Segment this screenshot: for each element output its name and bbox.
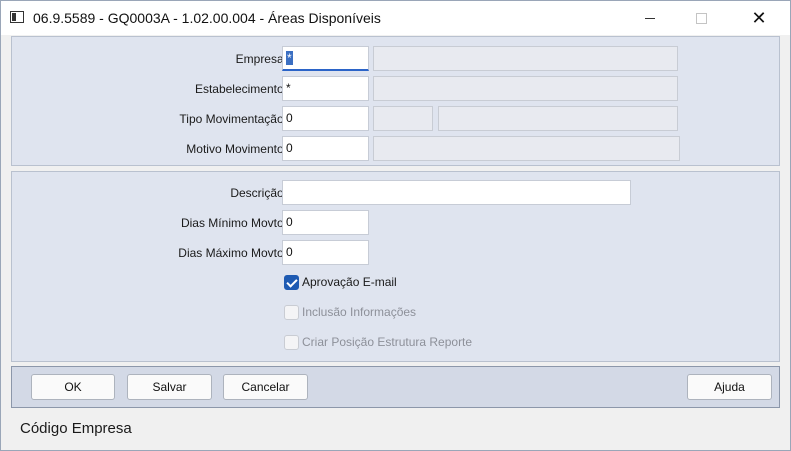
status-text: Código Empresa: [20, 420, 132, 437]
ok-button[interactable]: OK: [31, 374, 115, 400]
aprovacao-email-checkbox[interactable]: [284, 275, 299, 290]
estabelecimento-input[interactable]: *: [282, 76, 369, 101]
tipo-movimentacao-value: 0: [286, 111, 293, 125]
dias-minimo-input[interactable]: 0: [282, 210, 369, 235]
inclusao-informacoes-label: Inclusão Informações: [302, 305, 417, 319]
window-title: 06.9.5589 - GQ0003A - 1.02.00.004 - Área…: [33, 10, 381, 26]
descricao-input[interactable]: [282, 180, 631, 205]
maximize-button: [678, 1, 724, 35]
dias-minimo-label: Dias Mínimo Movto:: [180, 216, 287, 230]
aprovacao-email-label[interactable]: Aprovação E-mail: [302, 275, 397, 289]
empresa-label: Empresa:: [235, 52, 287, 66]
empresa-description-field: [373, 46, 678, 71]
tipo-movimentacao-description-field: [438, 106, 678, 131]
ajuda-button[interactable]: Ajuda: [687, 374, 772, 400]
tipo-movimentacao-label: Tipo Movimentação:: [179, 112, 287, 126]
maximize-icon: [695, 12, 707, 24]
dias-maximo-value: 0: [286, 245, 293, 259]
descricao-label: Descrição:: [230, 186, 287, 200]
estabelecimento-description-field: [373, 76, 678, 101]
app-window-icon: [10, 11, 24, 23]
motivo-movimento-input[interactable]: 0: [282, 136, 369, 161]
tipo-movimentacao-code-field: [373, 106, 433, 131]
empresa-input[interactable]: *: [282, 46, 369, 71]
dias-maximo-label: Dias Máximo Movto:: [178, 246, 287, 260]
empresa-value: *: [286, 51, 293, 65]
status-bar: Código Empresa: [1, 410, 790, 450]
details-panel: Descrição: Dias Mínimo Movto: 0 Dias Máx…: [11, 171, 780, 362]
close-button[interactable]: ✕: [736, 1, 782, 35]
dialog-window: 06.9.5589 - GQ0003A - 1.02.00.004 - Área…: [0, 0, 791, 451]
dias-maximo-input[interactable]: 0: [282, 240, 369, 265]
salvar-button[interactable]: Salvar: [127, 374, 212, 400]
inclusao-informacoes-checkbox: [284, 305, 299, 320]
title-bar[interactable]: 06.9.5589 - GQ0003A - 1.02.00.004 - Área…: [1, 1, 790, 35]
motivo-movimento-label: Motivo Movimento:: [186, 142, 287, 156]
close-icon: ✕: [751, 7, 767, 28]
tipo-movimentacao-input[interactable]: 0: [282, 106, 369, 131]
cancelar-button[interactable]: Cancelar: [223, 374, 308, 400]
button-bar: OK Salvar Cancelar Ajuda: [11, 366, 780, 408]
filter-panel: Empresa: * Estabelecimento: * Tipo Movim…: [11, 36, 780, 166]
criar-posicao-checkbox: [284, 335, 299, 350]
minimize-button[interactable]: [627, 1, 673, 35]
criar-posicao-label: Criar Posição Estrutura Reporte: [302, 335, 473, 349]
motivo-movimento-description-field: [373, 136, 680, 161]
dias-minimo-value: 0: [286, 215, 293, 229]
estabelecimento-label: Estabelecimento:: [194, 82, 287, 96]
minimize-icon: [645, 17, 655, 19]
estabelecimento-value: *: [286, 81, 291, 95]
motivo-movimento-value: 0: [286, 141, 293, 155]
